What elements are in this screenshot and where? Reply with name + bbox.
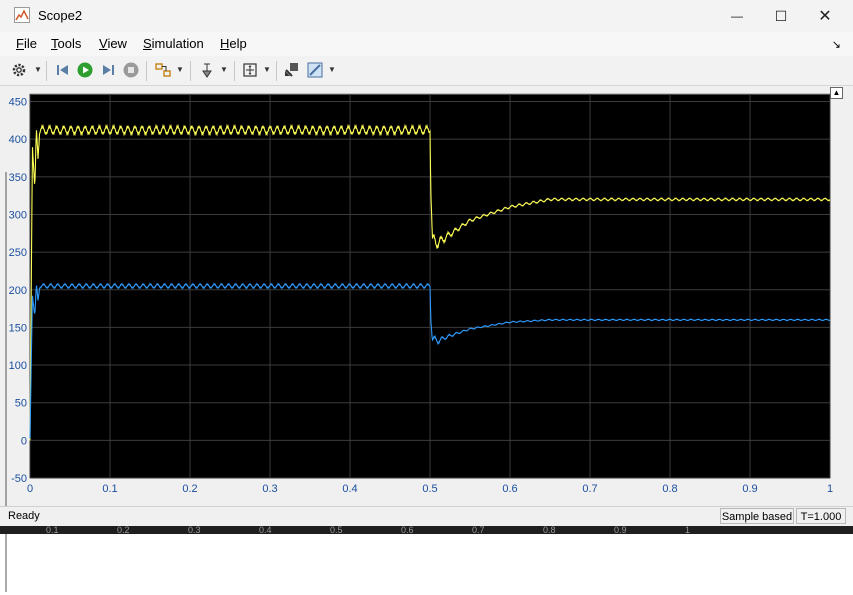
minimize-icon: —: [731, 9, 743, 23]
background-axis-label: 0.2: [117, 526, 130, 534]
stop-icon[interactable]: [122, 61, 140, 79]
step-back-icon[interactable]: [54, 61, 72, 79]
style-dropdown-icon[interactable]: ▼: [328, 65, 336, 74]
background-axis-label: 1: [685, 526, 691, 534]
background-axis-label: 0.3: [188, 526, 201, 534]
menu-file[interactable]: File: [16, 36, 37, 51]
background-axis-label: 0.7: [472, 526, 485, 534]
zoom-fit-icon[interactable]: [241, 61, 259, 79]
x-tick-label: 0.3: [262, 483, 277, 495]
toolbar-separator: [276, 61, 277, 81]
step-forward-icon[interactable]: [99, 61, 117, 79]
undock-icon[interactable]: ▲: [830, 87, 843, 99]
background-axis-label: 0.6: [401, 526, 414, 534]
y-tick-label: 400: [9, 134, 27, 146]
run-icon[interactable]: [76, 61, 94, 79]
y-tick-label: 200: [9, 285, 27, 297]
y-tick-label: 100: [9, 360, 27, 372]
toolbar: ▼ ▼ ▼ ▼ ▼: [0, 56, 853, 86]
y-tick-label: 350: [9, 172, 27, 184]
scope-plot[interactable]: 0 0.1 0.2 0.3 0.4 0.5 0.6 0.7 0.8 0.9 1-5005010015…: [0, 86, 853, 506]
status-bar: Ready Sample based T=1.000: [0, 506, 853, 526]
scope-display[interactable]: 0 0.1 0.2 0.3 0.4 0.5 0.6 0.7 0.8 0.9 1 -50 0 50 100 15…: [0, 86, 853, 592]
menu-tools[interactable]: Tools: [51, 36, 81, 51]
background-window-strip: 0.1 0.2 0.3 0.4 0.5 0.6 0.7 0.8 0.9 1: [0, 526, 853, 534]
background-axis-label: 0.9: [614, 526, 627, 534]
menu-bar: File Tools View Simulation Help ↘: [0, 32, 853, 56]
close-button[interactable]: ✕: [802, 0, 848, 32]
measure-dropdown-icon[interactable]: ▼: [220, 65, 228, 74]
window-title: Scope2: [38, 8, 83, 23]
gear-dropdown-icon[interactable]: ▼: [34, 65, 42, 74]
matlab-scope-app-icon: [14, 7, 30, 23]
background-axis-label: 0.4: [259, 526, 272, 534]
maximize-icon: ☐: [774, 7, 788, 24]
y-tick-label: -50: [11, 473, 27, 485]
highlight-block-icon[interactable]: [154, 61, 172, 79]
x-tick-label: 0.2: [182, 483, 197, 495]
x-tick-label: 0.7: [582, 483, 597, 495]
simulation-time-indicator: T=1.000: [796, 508, 846, 524]
y-tick-label: 50: [15, 398, 27, 410]
x-tick-label: 0.6: [502, 483, 517, 495]
background-axis-label: 0.5: [330, 526, 343, 534]
restore-view-icon[interactable]: [283, 61, 301, 79]
style-icon[interactable]: [306, 61, 324, 79]
x-tick-label: 0.1: [102, 483, 117, 495]
toolbar-separator: [146, 61, 147, 81]
sample-mode-indicator: Sample based: [720, 508, 794, 524]
highlight-dropdown-icon[interactable]: ▼: [176, 65, 184, 74]
y-tick-label: 0: [21, 435, 27, 447]
close-icon: ✕: [818, 8, 832, 25]
gear-icon[interactable]: [10, 61, 28, 79]
x-tick-label: 0: [27, 483, 33, 495]
background-axis-label: 0.8: [543, 526, 556, 534]
y-tick-label: 300: [9, 209, 27, 221]
toolbar-separator: [234, 61, 235, 81]
x-tick-label: 0.4: [342, 483, 357, 495]
toolbar-separator: [190, 61, 191, 81]
menu-simulation[interactable]: Simulation: [143, 36, 204, 51]
x-tick-label: 0.8: [662, 483, 677, 495]
menu-help[interactable]: Help: [220, 36, 247, 51]
background-axis-label: 0.1: [46, 526, 59, 534]
status-text: Ready: [8, 510, 40, 522]
x-tick-label: 0.9: [742, 483, 757, 495]
y-tick-label: 450: [9, 97, 27, 109]
menu-view[interactable]: View: [99, 36, 127, 51]
zoom-dropdown-icon[interactable]: ▼: [263, 65, 271, 74]
toolbar-separator: [46, 61, 47, 81]
pin-arrow-icon[interactable]: ↘: [832, 38, 841, 51]
x-tick-label: 0.5: [422, 483, 437, 495]
y-tick-label: 150: [9, 322, 27, 334]
cursor-measure-icon[interactable]: [198, 61, 216, 79]
minimize-button[interactable]: —: [714, 0, 760, 32]
x-tick-label: 1: [827, 483, 833, 495]
maximize-button[interactable]: ☐: [758, 0, 804, 32]
title-bar[interactable]: Scope2 — ☐ ✕: [0, 0, 853, 32]
y-tick-label: 250: [9, 247, 27, 259]
